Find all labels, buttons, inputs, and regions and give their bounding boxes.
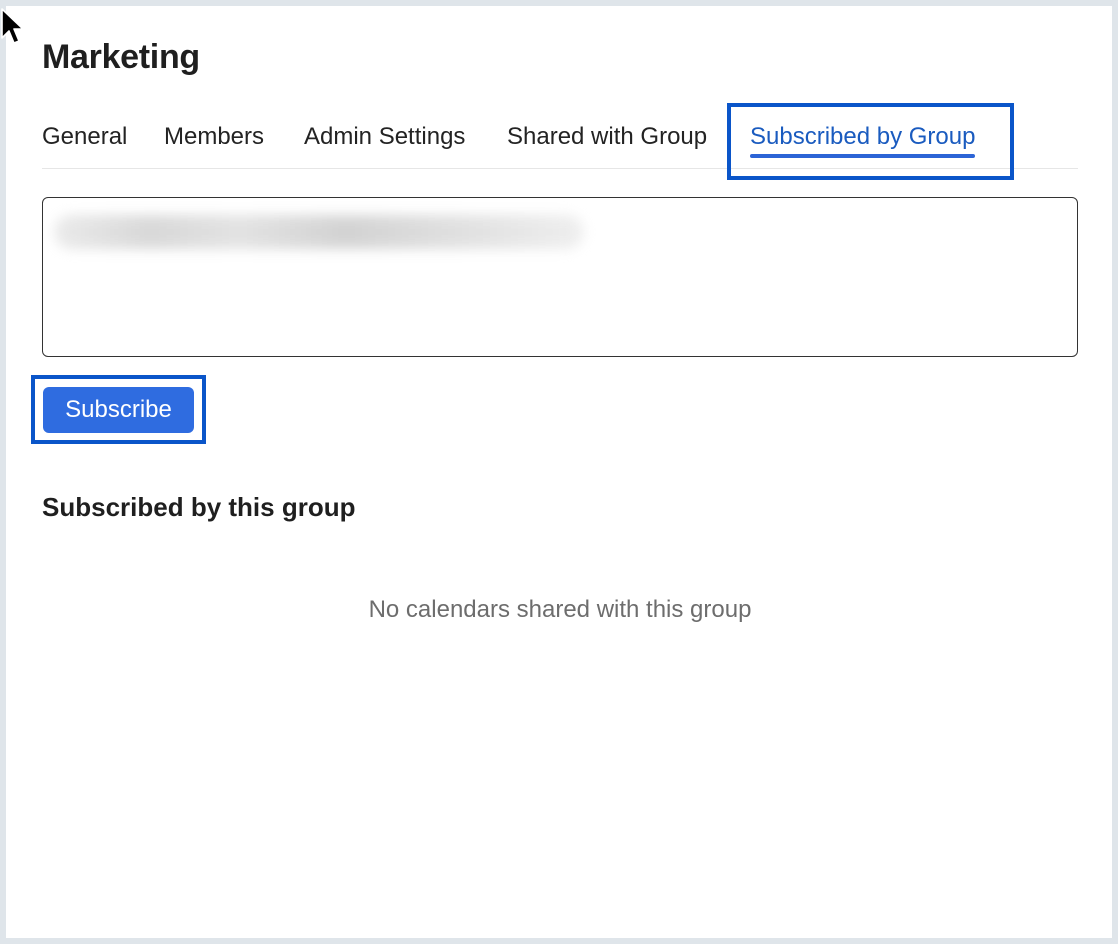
tab-shared-with-group[interactable]: Shared with Group — [507, 118, 707, 166]
mouse-pointer-icon — [1, 8, 24, 44]
tab-members[interactable]: Members — [164, 118, 264, 166]
tab-general[interactable]: General — [42, 118, 127, 166]
subscribe-button[interactable]: Subscribe — [43, 387, 194, 433]
empty-state-message: No calendars shared with this group — [368, 596, 752, 623]
redacted-input-text — [54, 215, 584, 249]
page-title: Marketing — [42, 38, 200, 76]
group-panel: Marketing General Members Admin Settings… — [6, 6, 1112, 938]
tab-admin-settings[interactable]: Admin Settings — [304, 118, 465, 166]
tab-highlight-box — [727, 103, 1014, 180]
subscribed-section-title: Subscribed by this group — [42, 492, 356, 522]
